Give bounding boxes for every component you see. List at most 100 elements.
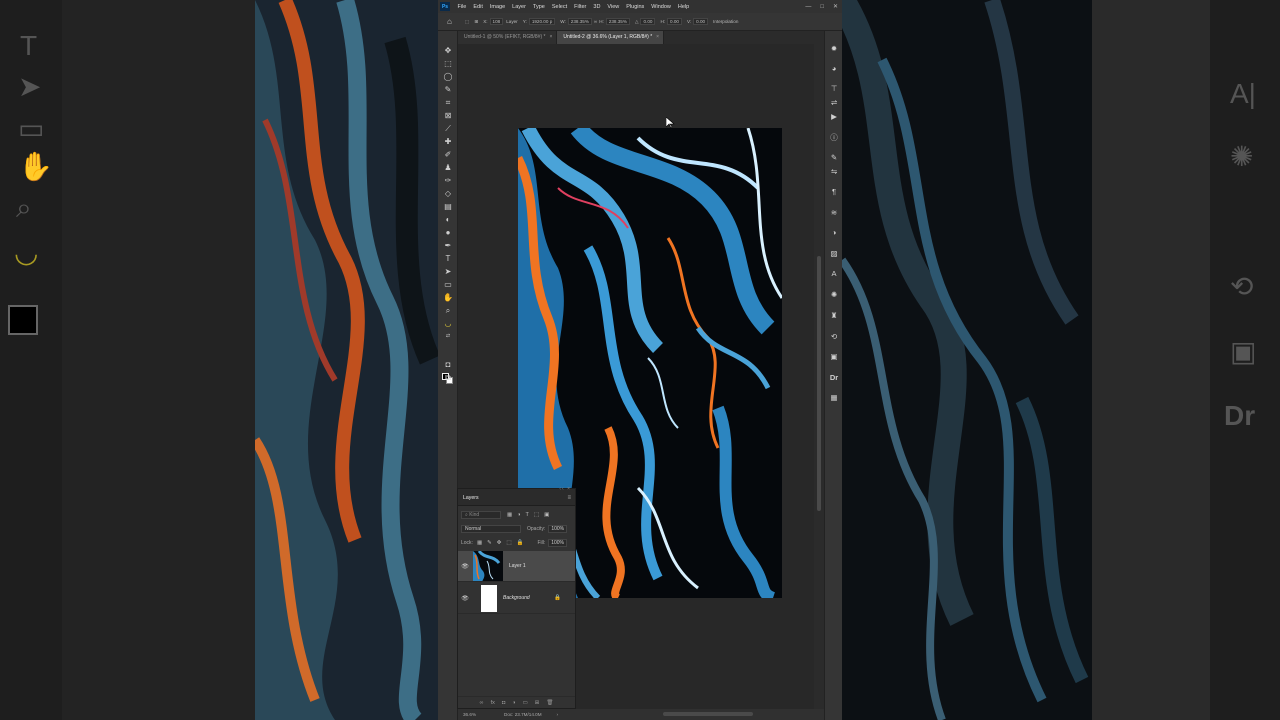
layers-panel-title[interactable]: Layers: [461, 494, 481, 502]
fx-icon[interactable]: fx: [491, 700, 495, 706]
menu-type[interactable]: Type: [529, 4, 548, 10]
color-icon[interactable]: ◕: [828, 63, 840, 74]
w-field[interactable]: 238.35%: [567, 18, 592, 25]
info-icon[interactable]: ⓘ: [828, 132, 840, 143]
interpolation-label[interactable]: Interpolation: [713, 19, 738, 24]
gradients-icon[interactable]: ▣: [828, 351, 840, 362]
reference-point-icon[interactable]: ⊞: [474, 19, 478, 25]
lasso-tool-icon[interactable]: ◯: [442, 72, 454, 82]
paragraph-icon[interactable]: ¶: [828, 186, 840, 197]
status-arrow-icon[interactable]: ›: [557, 712, 559, 717]
swap-colors-icon[interactable]: ⇄: [442, 331, 454, 341]
minimize-button[interactable]: —: [805, 4, 811, 10]
quick-mask-icon[interactable]: ◘: [442, 360, 454, 370]
home-icon[interactable]: ⌂: [447, 17, 455, 26]
move-tool-icon[interactable]: ✥: [442, 46, 454, 56]
smart-filter-icon[interactable]: ▣: [544, 512, 549, 518]
menu-layer[interactable]: Layer: [509, 4, 530, 10]
zoom-tool-icon[interactable]: ⌕: [442, 306, 454, 316]
adjust-icon[interactable]: ⇋: [828, 166, 840, 177]
kind-filter-select[interactable]: ⌕ Kind: [461, 511, 501, 519]
tab-close-icon[interactable]: ×: [550, 34, 553, 40]
new-group-icon[interactable]: ▭: [523, 700, 528, 706]
lock-position-icon[interactable]: ✥: [497, 540, 502, 546]
clone-source-icon[interactable]: ♜: [828, 310, 840, 321]
vertical-scrollbar[interactable]: [814, 44, 824, 709]
fill-field[interactable]: 100%: [548, 539, 568, 547]
layer-row-background[interactable]: 👁 Background 🔒: [458, 583, 575, 614]
brush-tool-icon[interactable]: ✐: [442, 150, 454, 160]
angle-field[interactable]: 0.00: [640, 18, 656, 25]
menu-plugins[interactable]: Plugins: [623, 4, 648, 10]
menu-edit[interactable]: Edit: [470, 4, 486, 10]
menu-image[interactable]: Image: [486, 4, 508, 10]
tab-untitled-2[interactable]: Untitled-2 @ 36.6% (Layer 1, RGB/8#) * ×: [557, 31, 665, 44]
delete-layer-icon[interactable]: 🗑: [546, 700, 553, 706]
menu-help[interactable]: Help: [674, 4, 692, 10]
close-button[interactable]: ✕: [833, 3, 838, 10]
tab-close-icon[interactable]: ×: [656, 34, 659, 40]
patterns-icon[interactable]: ▦: [828, 392, 840, 403]
adjustment-filter-icon[interactable]: ◑: [517, 512, 520, 518]
pen-tool-icon[interactable]: ✒: [442, 241, 454, 251]
healing-tool-icon[interactable]: ✚: [442, 137, 454, 147]
vskew-field[interactable]: 0.00: [693, 18, 709, 25]
dr-panel-icon[interactable]: Dr: [828, 372, 840, 383]
properties-icon[interactable]: ⊤: [828, 83, 840, 94]
zoom-level[interactable]: 36.6%: [463, 712, 489, 717]
tab-untitled-1[interactable]: Untitled-1 @ 50% (EFIKT, RGB/8#) * ×: [458, 31, 558, 44]
brush-settings-icon[interactable]: ✎: [828, 152, 840, 163]
hskew-field[interactable]: 0.00: [667, 18, 682, 25]
rectangle-tool-icon[interactable]: ▭: [442, 280, 454, 290]
opacity-field[interactable]: 100%: [548, 525, 568, 533]
styles-icon[interactable]: ◑: [828, 227, 840, 238]
link-layers-icon[interactable]: ∞: [480, 700, 484, 706]
dodge-tool-icon[interactable]: ●: [442, 228, 454, 238]
crop-tool-icon[interactable]: ⌗: [442, 98, 454, 108]
panel-collapse-icon[interactable]: ‹‹ ×: [559, 486, 571, 492]
type-tool-icon[interactable]: T: [442, 254, 454, 264]
horizontal-scrollbar-thumb[interactable]: [663, 712, 753, 716]
marquee-tool-icon[interactable]: ⬚: [442, 59, 454, 69]
history-icon[interactable]: ⟲: [828, 331, 840, 342]
menu-filter[interactable]: Filter: [571, 4, 590, 10]
transform-icon[interactable]: ⬚: [465, 19, 469, 25]
link-icon[interactable]: ∞: [594, 19, 597, 24]
eraser-tool-icon[interactable]: ◇: [442, 189, 454, 199]
blur-tool-icon[interactable]: ◐: [442, 215, 454, 225]
libraries-icon[interactable]: ▨: [828, 248, 840, 259]
h-field[interactable]: 238.35%: [605, 18, 630, 25]
learn-icon[interactable]: ✹: [828, 43, 840, 54]
vertical-scrollbar-thumb[interactable]: [817, 256, 821, 511]
menu-view[interactable]: View: [604, 4, 623, 10]
pixel-filter-icon[interactable]: ▦: [507, 512, 512, 518]
menu-3d[interactable]: 3D: [590, 4, 604, 10]
maximize-button[interactable]: □: [820, 4, 824, 10]
quick-select-tool-icon[interactable]: ✎: [442, 85, 454, 95]
menu-file[interactable]: File: [454, 4, 470, 10]
menu-window[interactable]: Window: [648, 4, 675, 10]
lock-artboard-icon[interactable]: ⬚: [506, 540, 511, 546]
add-mask-icon[interactable]: ◘: [502, 700, 505, 706]
hand-tool-icon[interactable]: ✋: [442, 293, 454, 303]
visibility-eye-icon[interactable]: 👁: [458, 595, 472, 602]
lock-all-icon[interactable]: 🔒: [517, 540, 524, 546]
blend-mode-select[interactable]: Normal: [461, 525, 521, 533]
screen-mode-icon[interactable]: ⧉: [442, 373, 454, 383]
new-layer-icon[interactable]: ⊞: [535, 700, 540, 706]
lock-paint-icon[interactable]: ✎: [487, 540, 492, 546]
adjustments-icon[interactable]: ≋: [828, 207, 840, 218]
path-select-icon[interactable]: ➤: [442, 267, 454, 277]
lock-transparent-icon[interactable]: ▦: [477, 540, 482, 546]
banana-icon[interactable]: ◡: [442, 319, 454, 329]
swatches-icon[interactable]: ✺: [828, 289, 840, 300]
actions-icon[interactable]: ⇌: [828, 97, 840, 108]
stamp-tool-icon[interactable]: ♟: [442, 163, 454, 173]
eyedropper-tool-icon[interactable]: ⟋: [442, 124, 454, 134]
layer-row-layer-1[interactable]: 👁 Layer 1: [458, 551, 575, 582]
play-icon[interactable]: ▶: [828, 111, 840, 122]
x-field[interactable]: 108: [489, 18, 504, 25]
y-field[interactable]: 1920.00 p: [528, 18, 556, 25]
adjustment-layer-icon[interactable]: ◑: [512, 700, 515, 706]
shape-filter-icon[interactable]: ⬚: [534, 512, 539, 518]
